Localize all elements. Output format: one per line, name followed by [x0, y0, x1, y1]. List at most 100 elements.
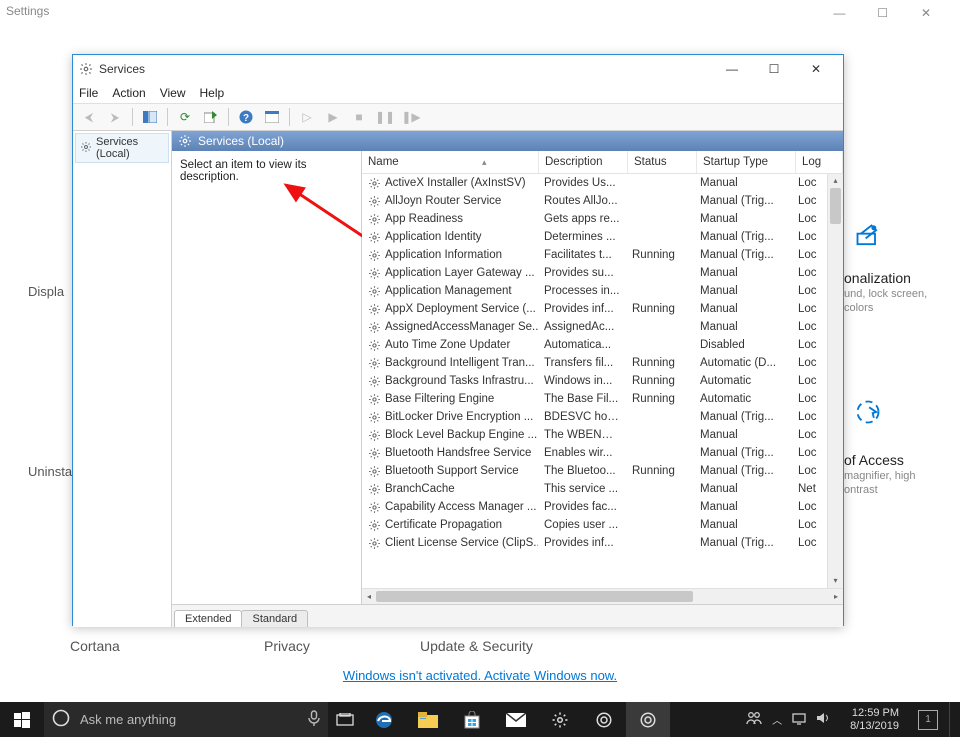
service-startup: Manual	[694, 519, 792, 531]
toolbar-help-button[interactable]: ?	[234, 106, 258, 128]
menu-view[interactable]: View	[160, 86, 186, 100]
settings-tile-display[interactable]: Displa	[28, 284, 64, 299]
scroll-right-icon[interactable]: ▸	[829, 592, 843, 601]
col-logon[interactable]: Log	[796, 151, 843, 173]
toolbar-start-button[interactable]: ▷	[295, 106, 319, 128]
tab-standard[interactable]: Standard	[241, 610, 308, 627]
settings-tile-cortana[interactable]: Cortana	[70, 638, 120, 654]
service-name: Application Management	[385, 285, 512, 297]
settings-tile-privacy[interactable]: Privacy	[264, 638, 310, 654]
service-row[interactable]: App ReadinessGets apps re...ManualLoc	[362, 210, 843, 228]
service-row[interactable]: AllJoyn Router ServiceRoutes AllJo...Man…	[362, 192, 843, 210]
task-view-button[interactable]	[328, 702, 362, 737]
scroll-down-icon[interactable]: ▾	[828, 574, 843, 588]
menu-help[interactable]: Help	[200, 86, 225, 100]
nav-services-local-label: Services (Local)	[96, 136, 164, 160]
settings-close-button[interactable]: ✕	[906, 6, 946, 20]
action-center-button[interactable]: 1	[911, 702, 945, 737]
service-row[interactable]: BitLocker Drive Encryption ...BDESVC hos…	[362, 408, 843, 426]
tab-extended[interactable]: Extended	[174, 610, 242, 627]
col-name[interactable]: Name	[362, 151, 539, 173]
service-row[interactable]: Capability Access Manager ...Provides fa…	[362, 498, 843, 516]
service-startup: Manual	[694, 303, 792, 315]
services-close-button[interactable]: ✕	[795, 57, 837, 81]
taskbar-app-services-active[interactable]	[626, 702, 670, 737]
settings-tile-ease[interactable]: of Access	[844, 452, 904, 468]
services-titlebar[interactable]: Services — ☐ ✕	[73, 55, 843, 83]
service-row[interactable]: Bluetooth Handsfree ServiceEnables wir..…	[362, 444, 843, 462]
service-description: The Base Fil...	[538, 393, 626, 405]
services-maximize-button[interactable]: ☐	[753, 57, 795, 81]
hscroll-thumb[interactable]	[376, 591, 693, 602]
taskbar-app-mail[interactable]	[494, 702, 538, 737]
toolbar-properties-button[interactable]	[260, 106, 284, 128]
service-startup: Manual	[694, 429, 792, 441]
scroll-left-icon[interactable]: ◂	[362, 592, 376, 601]
toolbar-back-button[interactable]: ⮜	[77, 106, 101, 128]
toolbar-forward-button[interactable]: ⮞	[103, 106, 127, 128]
taskbar-search[interactable]: Ask me anything	[44, 702, 328, 737]
services-list[interactable]: ▴ ▾ ActiveX Installer (AxInstSV)Provides…	[362, 174, 843, 588]
service-row[interactable]: Block Level Backup Engine ...The WBENG..…	[362, 426, 843, 444]
service-row[interactable]: Background Tasks Infrastru...Windows in.…	[362, 372, 843, 390]
col-startup[interactable]: Startup Type	[697, 151, 796, 173]
service-row[interactable]: Application IdentityDetermines ...Manual…	[362, 228, 843, 246]
menu-file[interactable]: File	[79, 86, 98, 100]
taskbar-app-edge[interactable]	[362, 702, 406, 737]
service-description: The Bluetoo...	[538, 465, 626, 477]
settings-maximize-button[interactable]: ☐	[863, 6, 903, 20]
taskbar-app-store[interactable]	[450, 702, 494, 737]
toolbar-restart-button[interactable]: ❚▶	[399, 106, 423, 128]
toolbar-play-button[interactable]: ▶	[321, 106, 345, 128]
gear-icon	[178, 134, 192, 148]
vertical-scrollbar[interactable]: ▴ ▾	[827, 174, 843, 588]
settings-minimize-button[interactable]: —	[819, 6, 859, 20]
toolbar-export-button[interactable]	[199, 106, 223, 128]
activate-windows-link[interactable]: Windows isn't activated. Activate Window…	[0, 668, 960, 683]
cortana-circle-icon	[52, 709, 70, 730]
service-row[interactable]: Client License Service (ClipS...Provides…	[362, 534, 843, 552]
service-row[interactable]: Base Filtering EngineThe Base Fil...Runn…	[362, 390, 843, 408]
service-row[interactable]: ActiveX Installer (AxInstSV)Provides Us.…	[362, 174, 843, 192]
settings-tile-personalization[interactable]: onalization	[844, 270, 911, 286]
services-minimize-button[interactable]: —	[711, 57, 753, 81]
service-row[interactable]: Auto Time Zone UpdaterAutomatica...Disab…	[362, 336, 843, 354]
toolbar-refresh-button[interactable]: ⟳	[173, 106, 197, 128]
system-tray[interactable]: ︿	[738, 711, 838, 728]
col-description[interactable]: Description	[539, 151, 628, 173]
menu-action[interactable]: Action	[112, 86, 145, 100]
service-row[interactable]: Application InformationFacilitates t...R…	[362, 246, 843, 264]
gear-icon	[368, 537, 381, 550]
tray-chevron-up-icon[interactable]: ︿	[772, 712, 782, 727]
toolbar-pause-button[interactable]: ❚❚	[373, 106, 397, 128]
service-name: Application Identity	[385, 231, 482, 243]
taskbar-app-services-1[interactable]	[582, 702, 626, 737]
nav-services-local[interactable]: Services (Local)	[75, 133, 169, 163]
horizontal-scrollbar[interactable]: ◂ ▸	[362, 588, 843, 604]
gear-icon	[80, 141, 92, 156]
tray-network-icon[interactable]	[792, 711, 806, 728]
taskbar-app-settings[interactable]	[538, 702, 582, 737]
show-desktop-button[interactable]	[949, 702, 956, 737]
service-row[interactable]: Background Intelligent Tran...Transfers …	[362, 354, 843, 372]
start-button[interactable]	[0, 702, 44, 737]
service-row[interactable]: BranchCacheThis service ...ManualNet	[362, 480, 843, 498]
service-row[interactable]: AssignedAccessManager Se...AssignedAc...…	[362, 318, 843, 336]
taskbar-clock[interactable]: 12:59 PM 8/13/2019	[842, 707, 907, 733]
service-row[interactable]: Bluetooth Support ServiceThe Bluetoo...R…	[362, 462, 843, 480]
scroll-thumb[interactable]	[830, 188, 841, 224]
tray-people-icon[interactable]	[746, 711, 762, 728]
service-row[interactable]: AppX Deployment Service (...Provides inf…	[362, 300, 843, 318]
taskbar-app-explorer[interactable]	[406, 702, 450, 737]
scroll-up-icon[interactable]: ▴	[828, 174, 843, 188]
toolbar-show-hide-tree-button[interactable]	[138, 106, 162, 128]
tray-volume-icon[interactable]	[816, 711, 830, 728]
microphone-icon[interactable]	[308, 710, 320, 729]
service-startup: Manual	[694, 267, 792, 279]
toolbar-stop-button[interactable]: ■	[347, 106, 371, 128]
settings-tile-update[interactable]: Update & Security	[420, 638, 533, 654]
service-row[interactable]: Application ManagementProcesses in...Man…	[362, 282, 843, 300]
service-row[interactable]: Application Layer Gateway ...Provides su…	[362, 264, 843, 282]
col-status[interactable]: Status	[628, 151, 697, 173]
service-row[interactable]: Certificate PropagationCopies user ...Ma…	[362, 516, 843, 534]
